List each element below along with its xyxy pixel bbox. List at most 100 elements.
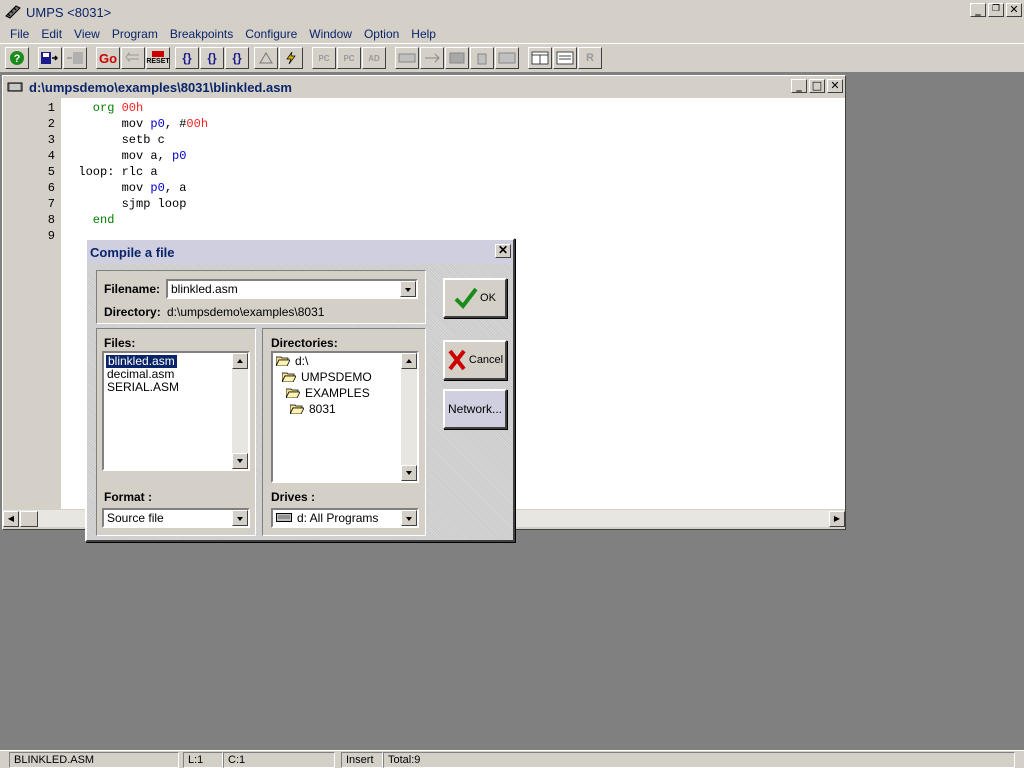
format-dropdown-button[interactable] [232,510,248,526]
restore-button[interactable]: ❐ [988,3,1004,17]
watch-button[interactable] [528,47,552,69]
memory-icon [398,53,416,63]
checkmark-icon [454,287,478,309]
run-to-pc-button[interactable]: PC [312,47,336,69]
files-listbox[interactable]: blinkled.asm decimal.asm SERIAL.ASM [102,351,250,471]
set-pc-button[interactable]: PC [337,47,361,69]
dialog-close-button[interactable]: ✕ [495,244,511,258]
filename-combo[interactable]: blinkled.asm [166,279,418,299]
code-token: mov [121,181,151,195]
step-into-button[interactable]: {} [175,47,199,69]
editor-maximize-button[interactable]: □ [809,79,825,93]
menu-view[interactable]: View [68,27,106,41]
reset-button[interactable]: RESET [146,47,170,69]
status-line: L:1 [183,752,223,768]
back-button[interactable] [121,47,145,69]
filename-dropdown-button[interactable] [400,281,416,297]
menu-configure[interactable]: Configure [239,27,303,41]
drives-combo[interactable]: d: All Programs [271,508,419,528]
directory-item[interactable]: EXAMPLES [286,387,370,400]
directory-item[interactable]: d:\ [276,355,308,368]
code-token: mov a, [121,149,173,163]
scroll-right-button[interactable]: ▶ [829,511,845,527]
red-x-icon [448,349,466,371]
menu-program[interactable]: Program [106,27,164,41]
code-token: setb c [121,133,165,147]
directory-label: Directory: [104,305,161,319]
scroll-up-button[interactable] [401,353,417,369]
code-token: org [92,101,115,115]
scroll-thumb[interactable] [20,511,38,527]
menu-file[interactable]: File [4,27,35,41]
menu-help[interactable]: Help [405,27,442,41]
editor-close-button[interactable]: ✕ [827,79,843,93]
trash-icon [477,53,487,65]
open-folder-icon [276,356,290,366]
menu-window[interactable]: Window [303,27,358,41]
line-number-gutter: 1 2 3 4 5 6 7 8 9 [3,98,61,509]
code-line: org 00h [93,100,143,116]
close-button[interactable]: ✕ [1006,3,1022,17]
code-token: end [92,213,115,227]
register-button[interactable] [553,47,577,69]
scroll-down-button[interactable] [232,453,248,469]
cancel-label: Cancel [468,354,504,366]
keypad-button[interactable] [495,47,519,69]
files-scrollbar[interactable] [232,353,248,469]
directories-scrollbar[interactable] [401,353,417,481]
cancel-button[interactable]: Cancel [443,340,507,380]
code-line: mov p0, #00h [122,116,208,132]
go-button[interactable]: Go [96,47,120,69]
pc2-label: PC [343,53,355,63]
directories-listbox[interactable]: d:\ UMPSDEMO EXAMPLES 8031 [271,351,419,483]
ok-button[interactable]: OK [443,278,507,318]
step-out-button[interactable]: {} [225,47,249,69]
memory-button[interactable] [395,47,419,69]
file-item[interactable]: SERIAL.ASM [107,381,179,394]
directory-value: d:\umpsdemo\examples\8031 [167,305,325,319]
load-button[interactable] [63,47,87,69]
code-token: 00h [121,101,144,115]
open-folder-icon [286,388,300,398]
scroll-left-button[interactable]: ◀ [3,511,19,527]
menu-edit[interactable]: Edit [35,27,68,41]
editor-file-path: d:\umpsdemo\examples\8031\blinkled.asm [29,79,292,95]
dialog-body: Filename: blinkled.asm Directory: d:\ump… [87,264,513,540]
editor-minimize-button[interactable]: _ [791,79,807,93]
app-title: UMPS <8031> [26,4,112,20]
toolbar: ? Go RESET {} {} {} PC PC AD R [0,43,1024,73]
save-button[interactable] [38,47,62,69]
line-number: 7 [47,197,55,211]
lcd-button[interactable] [445,47,469,69]
trash-button[interactable] [470,47,494,69]
keypad-icon [498,52,516,64]
minimize-button[interactable]: _ [970,3,986,17]
menu-option[interactable]: Option [358,27,405,41]
hard-drive-icon [276,513,292,522]
help-button[interactable]: ? [5,47,29,69]
code-token: mov [121,117,151,131]
code-line: sjmp loop [122,196,187,212]
network-button[interactable]: Network... [443,389,507,429]
scroll-down-button[interactable] [401,465,417,481]
register-window-icon [556,51,574,65]
format-combo[interactable]: Source file [102,508,250,528]
scroll-up-button[interactable] [232,353,248,369]
step-over-button[interactable]: {} [200,47,224,69]
directory-item[interactable]: 8031 [290,403,336,416]
line-number: 9 [47,229,55,243]
line-number: 4 [47,149,55,163]
run-fast-button[interactable] [279,47,303,69]
r-button[interactable]: R [578,47,602,69]
io-button[interactable] [420,47,444,69]
status-total: Total:9 [383,752,1015,768]
stop-triangle-icon [259,52,273,64]
menu-breakpoints[interactable]: Breakpoints [164,27,239,41]
address-button[interactable]: AD [362,47,386,69]
drives-text: d: All Programs [297,511,379,525]
drives-dropdown-button[interactable] [401,510,417,526]
stop-button[interactable] [254,47,278,69]
directory-item[interactable]: UMPSDEMO [282,371,372,384]
code-line: mov a, p0 [122,148,187,164]
